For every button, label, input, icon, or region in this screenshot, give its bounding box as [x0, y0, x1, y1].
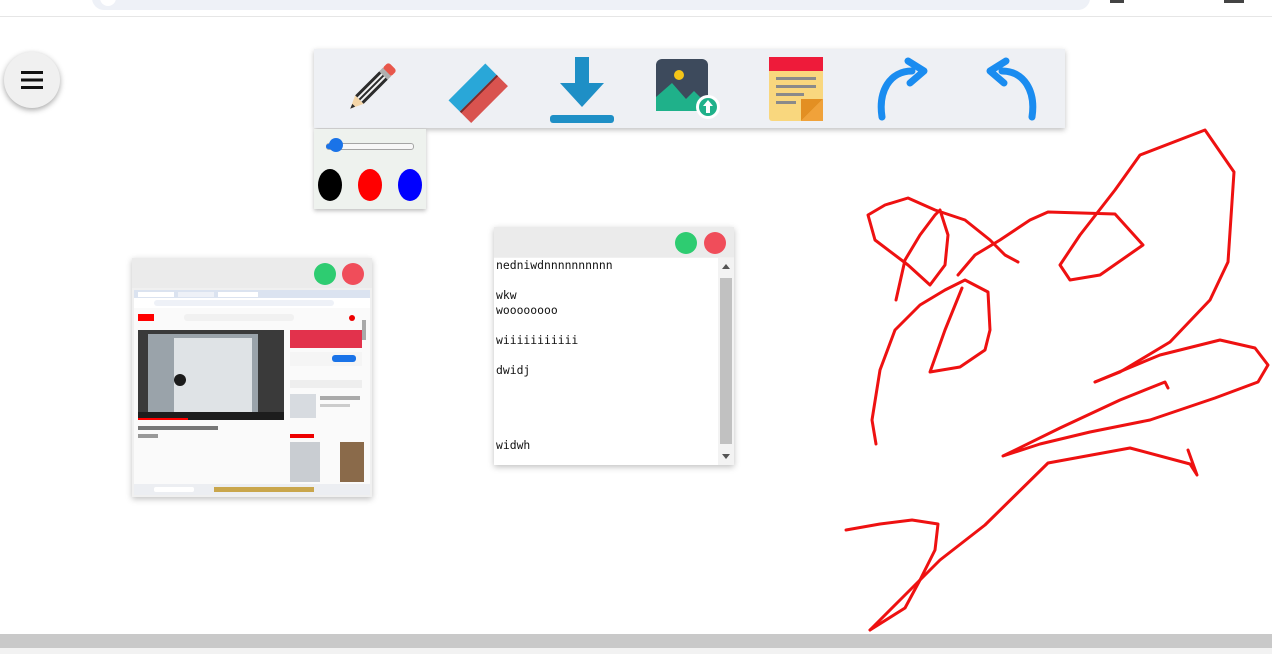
drawing-canvas[interactable]: [0, 0, 1272, 654]
freehand-stroke: [870, 278, 992, 446]
freehand-stroke: [1001, 338, 1270, 458]
freehand-stroke: [956, 128, 1236, 384]
horizontal-scrollbar-thumb[interactable]: [0, 634, 1272, 648]
freehand-stroke: [868, 446, 1199, 632]
horizontal-scrollbar[interactable]: [0, 634, 1272, 654]
freehand-stroke: [866, 196, 1020, 302]
